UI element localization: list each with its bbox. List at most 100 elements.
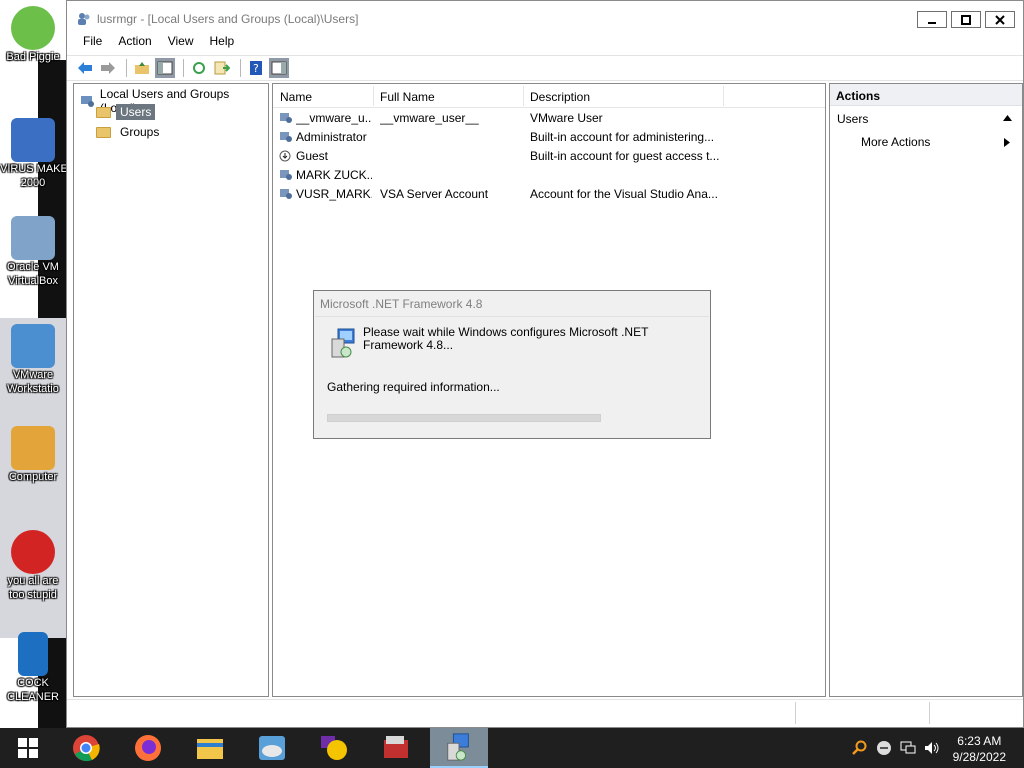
user-icon <box>280 113 292 123</box>
cell-name: __vmware_u... <box>296 111 372 125</box>
virus-maker-icon <box>11 118 55 162</box>
dialog-status-text: Gathering required information... <box>327 380 500 394</box>
up-folder-icon <box>135 62 149 74</box>
actions-section-users[interactable]: Users <box>830 106 1022 130</box>
windows-logo-icon <box>18 738 38 758</box>
chrome-icon <box>73 735 100 762</box>
actions-section-label: Users <box>837 112 869 126</box>
computer-users-icon <box>81 96 94 107</box>
column-divider[interactable] <box>723 86 724 106</box>
clock-date: 9/28/2022 <box>952 750 1006 764</box>
show-hide-action-pane-button[interactable] <box>269 58 289 78</box>
tree-item-users[interactable]: Users <box>96 104 156 120</box>
status-bar <box>67 699 1023 727</box>
users-app-icon <box>78 13 90 25</box>
back-button[interactable] <box>75 58 95 78</box>
toolbar: ? <box>67 55 1023 81</box>
network-icon[interactable] <box>900 740 916 756</box>
console-tree: Local Users and Groups (Local) Users Gro… <box>73 83 269 697</box>
desktop-icon-label: 2000 <box>20 177 46 189</box>
installer-icon <box>447 733 469 761</box>
desktop-icon-label: VIRUS MAKE <box>0 163 66 175</box>
forward-button[interactable] <box>98 58 118 78</box>
desktop-icon-virus-maker[interactable]: VIRUS MAKE 2000 <box>0 118 66 190</box>
column-header-full-name[interactable]: Full Name <box>380 90 435 104</box>
yahoo-messenger-icon <box>321 736 347 760</box>
user-icon <box>280 189 292 199</box>
column-divider[interactable] <box>373 86 374 106</box>
clock-time: 6:23 AM <box>957 734 1002 748</box>
tree-item-groups[interactable]: Groups <box>96 124 163 140</box>
menu-file[interactable]: File <box>75 31 110 53</box>
taskbar-yahoo-messenger[interactable] <box>310 728 358 768</box>
desktop-icon-label: VMware <box>12 369 54 381</box>
menu-view[interactable]: View <box>160 31 202 53</box>
close-button[interactable] <box>985 11 1015 28</box>
desktop-icon-dev-cpp[interactable]: you all are too stupid <box>0 530 66 602</box>
desktop-icon-virtualbox[interactable]: Oracle VM VirtualBox <box>0 216 66 288</box>
forward-arrow-icon <box>101 62 115 74</box>
cell-full-name: VSA Server Account <box>380 187 489 201</box>
user-icon <box>280 132 292 142</box>
refresh-button[interactable] <box>189 58 209 78</box>
refresh-icon <box>193 62 205 74</box>
taskbar-firefox[interactable] <box>124 728 172 768</box>
help-button[interactable]: ? <box>246 58 266 78</box>
taskbar-file-explorer[interactable] <box>186 728 234 768</box>
taskbar-chrome[interactable] <box>62 728 110 768</box>
tree-item-label: Groups <box>120 125 160 139</box>
menu-action[interactable]: Action <box>110 31 159 53</box>
taskbar-user-manager[interactable] <box>430 728 488 768</box>
dialog-body: Please wait while Windows configures Mic… <box>315 316 709 436</box>
show-hide-console-tree-button[interactable] <box>155 58 175 78</box>
toolbar-separator <box>183 59 184 77</box>
maximize-icon <box>961 14 971 25</box>
volume-icon[interactable] <box>924 740 940 756</box>
up-folder-button[interactable] <box>132 58 152 78</box>
minimize-icon <box>928 21 936 24</box>
cell-description: VMware User <box>530 111 603 125</box>
minimize-button[interactable] <box>917 11 947 28</box>
table-row[interactable]: VUSR_MARK... VSA Server Account Account … <box>273 185 825 204</box>
dotnet-setup-dialog[interactable]: Microsoft .NET Framework 4.8 Please wait… <box>313 290 711 439</box>
desktop-icon-bad-piggies[interactable]: Bad Piggie <box>0 6 66 64</box>
table-row[interactable]: MARK ZUCK... <box>273 166 825 185</box>
taskbar-toolbox-app[interactable] <box>372 728 420 768</box>
tray-status-icon[interactable] <box>876 740 892 756</box>
vmware-icon <box>11 324 55 368</box>
dev-cpp-icon <box>11 530 55 574</box>
desktop-icon-vmware[interactable]: VMware Workstatio <box>0 324 66 396</box>
virtualbox-icon <box>11 216 55 260</box>
dialog-title: Microsoft .NET Framework 4.8 <box>320 297 483 311</box>
start-button[interactable] <box>4 728 52 768</box>
column-header-name[interactable]: Name <box>280 90 312 104</box>
taskbar-clock[interactable]: 6:23 AM 9/28/2022 <box>953 733 1006 765</box>
console-tree-icon <box>157 61 173 75</box>
cell-description: Built-in account for guest access t... <box>530 149 720 163</box>
desktop-icon-cleaner[interactable]: COCK CLEANER <box>0 632 66 704</box>
progress-bar <box>327 414 601 422</box>
folder-icon <box>197 739 223 759</box>
chevron-right-icon <box>1004 138 1010 147</box>
maximize-button[interactable] <box>951 11 981 28</box>
toolbox-icon <box>384 736 408 758</box>
table-row[interactable]: Guest Built-in account for guest access … <box>273 147 825 166</box>
export-list-button[interactable] <box>212 58 232 78</box>
table-row[interactable]: __vmware_u... __vmware_user__ VMware Use… <box>273 109 825 128</box>
column-header-description[interactable]: Description <box>530 90 590 104</box>
actions-pane: Actions Users More Actions <box>829 83 1023 697</box>
more-actions-item[interactable]: More Actions <box>830 130 1022 154</box>
desktop-icon-label: too stupid <box>9 589 57 601</box>
taskbar-app-device[interactable] <box>248 728 296 768</box>
table-row[interactable]: Administrator Built-in account for admin… <box>273 128 825 147</box>
menu-help[interactable]: Help <box>202 31 243 53</box>
actions-header: Actions <box>830 84 1022 106</box>
desktop-icon-label: Oracle VM <box>7 261 59 273</box>
close-icon <box>995 14 1005 25</box>
cell-full-name: __vmware_user__ <box>380 111 479 125</box>
cell-description: Built-in account for administering... <box>530 130 715 144</box>
desktop-icon-computer[interactable]: Computer <box>0 426 66 484</box>
search-icon[interactable] <box>852 740 868 756</box>
desktop-icon-label: Bad Piggie <box>6 51 60 63</box>
column-divider[interactable] <box>523 86 524 106</box>
